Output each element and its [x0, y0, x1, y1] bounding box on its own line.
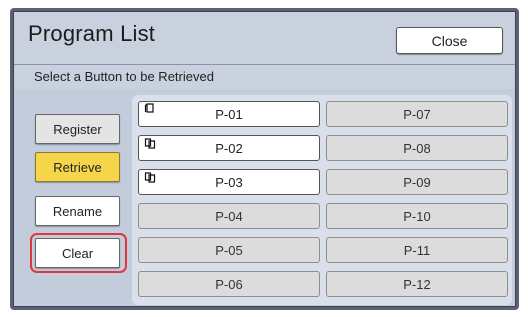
- register-button[interactable]: Register: [35, 114, 120, 144]
- program-label: P-10: [403, 208, 431, 224]
- program-button-p06[interactable]: P-06: [138, 271, 320, 297]
- program-button-p11[interactable]: P-11: [326, 237, 508, 263]
- multi-document-icon: [144, 172, 156, 183]
- retrieve-button[interactable]: Retrieve: [35, 152, 120, 182]
- program-label: P-07: [403, 106, 431, 122]
- program-button-p02[interactable]: P-02: [138, 135, 320, 161]
- page-title: Program List: [28, 21, 156, 46]
- program-button-p12[interactable]: P-12: [326, 271, 508, 297]
- program-button-p07[interactable]: P-07: [326, 101, 508, 127]
- close-button[interactable]: Close: [396, 27, 503, 54]
- program-label: P-04: [215, 208, 243, 224]
- program-button-p08[interactable]: P-08: [326, 135, 508, 161]
- program-button-p03[interactable]: P-03: [138, 169, 320, 195]
- program-label: P-02: [215, 140, 243, 156]
- header-divider: [14, 64, 515, 65]
- program-label: P-12: [403, 276, 431, 292]
- program-label: P-11: [403, 242, 431, 258]
- program-label: P-08: [403, 140, 431, 156]
- program-button-p04[interactable]: P-04: [138, 203, 320, 229]
- multi-document-icon: [144, 138, 156, 149]
- program-label: P-06: [215, 276, 243, 292]
- program-button-p09[interactable]: P-09: [326, 169, 508, 195]
- clear-button[interactable]: Clear: [35, 238, 120, 268]
- program-label: P-03: [215, 174, 243, 190]
- program-label: P-09: [403, 174, 431, 190]
- instruction-text: Select a Button to be Retrieved: [34, 69, 214, 84]
- single-document-icon: [144, 103, 154, 113]
- program-list-panel: Program List Close Select a Button to be…: [13, 11, 516, 307]
- program-label: P-05: [215, 242, 243, 258]
- program-label: P-01: [215, 106, 243, 122]
- program-button-p01[interactable]: P-01: [138, 101, 320, 127]
- program-button-p05[interactable]: P-05: [138, 237, 320, 263]
- program-button-p10[interactable]: P-10: [326, 203, 508, 229]
- program-list-screen: Program List Close Select a Button to be…: [10, 8, 519, 310]
- rename-button[interactable]: Rename: [35, 196, 120, 226]
